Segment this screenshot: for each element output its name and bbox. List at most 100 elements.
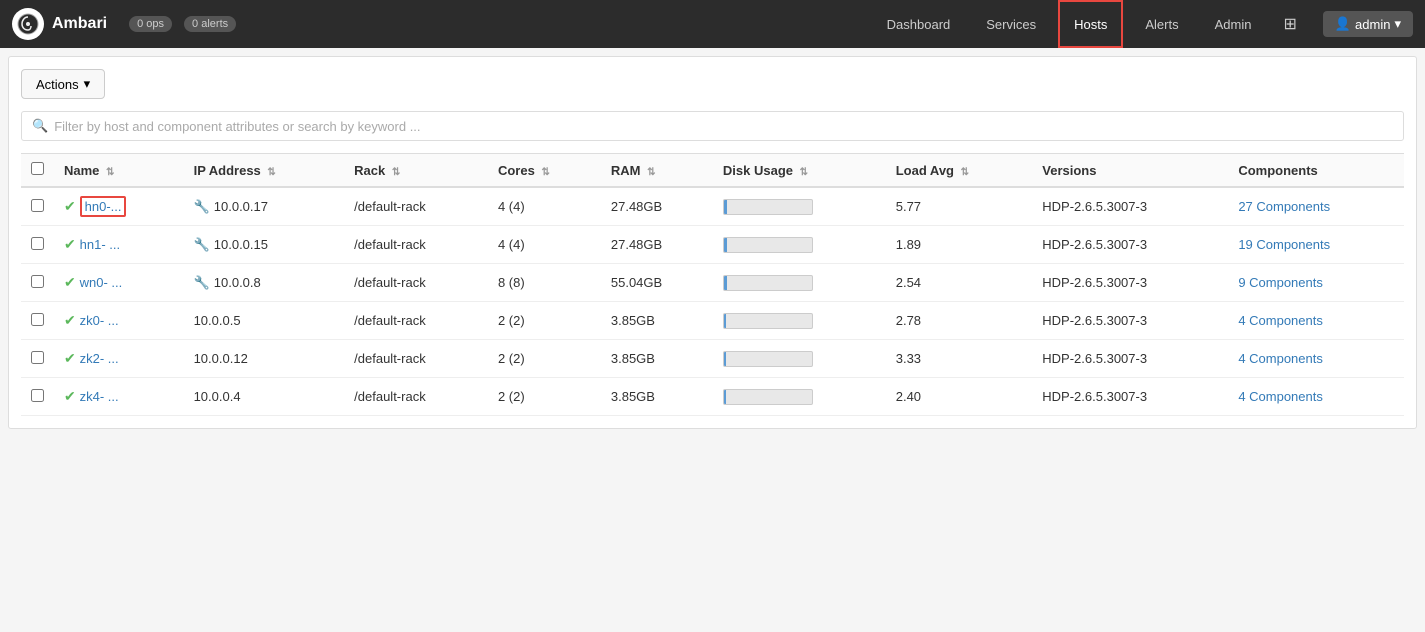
header-disk[interactable]: Disk Usage ⇅ (713, 154, 886, 188)
nav-hosts[interactable]: Hosts (1058, 0, 1123, 48)
row-checkbox[interactable] (31, 275, 44, 288)
table-row: ✔ zk2- ...10.0.0.12/default-rack2 (2)3.8… (21, 340, 1404, 378)
disk-bar-fill (724, 200, 727, 214)
header-name[interactable]: Name ⇅ (54, 154, 184, 188)
status-ok-icon: ✔ (64, 274, 80, 290)
row-checkbox-cell (21, 264, 54, 302)
components-link[interactable]: 4 Components (1238, 351, 1323, 366)
row-checkbox[interactable] (31, 199, 44, 212)
row-cores-cell: 2 (2) (488, 302, 601, 340)
row-ram-cell: 3.85GB (601, 302, 713, 340)
row-ip-cell: 🔧10.0.0.17 (184, 187, 345, 226)
host-name-link[interactable]: hn0-... (80, 196, 127, 217)
row-components-cell: 4 Components (1228, 302, 1404, 340)
grid-icon[interactable]: ⊞ (1273, 0, 1306, 48)
disk-bar-fill (724, 314, 726, 328)
alerts-badge[interactable]: 0 alerts (184, 16, 236, 32)
host-name-link[interactable]: hn1- ... (80, 237, 120, 252)
row-versions-cell: HDP-2.6.5.3007-3 (1032, 264, 1228, 302)
header-load[interactable]: Load Avg ⇅ (886, 154, 1033, 188)
row-name-cell: ✔ zk2- ... (54, 340, 184, 378)
row-rack-cell: /default-rack (344, 302, 488, 340)
row-ip-cell: 10.0.0.4 (184, 378, 345, 416)
row-versions-cell: HDP-2.6.5.3007-3 (1032, 187, 1228, 226)
row-components-cell: 19 Components (1228, 226, 1404, 264)
row-checkbox[interactable] (31, 313, 44, 326)
row-name-cell: ✔ hn1- ... (54, 226, 184, 264)
row-components-cell: 4 Components (1228, 378, 1404, 416)
brand: Ambari (12, 8, 107, 40)
sort-cores-icon: ⇅ (541, 167, 549, 178)
row-cores-cell: 2 (2) (488, 340, 601, 378)
table-row: ✔ wn0- ...🔧10.0.0.8/default-rack8 (8)55.… (21, 264, 1404, 302)
row-load-cell: 2.78 (886, 302, 1033, 340)
actions-bar: Actions ▾ (21, 69, 1404, 99)
actions-button[interactable]: Actions ▾ (21, 69, 105, 99)
ops-badge[interactable]: 0 ops (129, 16, 172, 32)
host-name-link[interactable]: wn0- ... (80, 275, 123, 290)
row-ram-cell: 3.85GB (601, 340, 713, 378)
brand-name: Ambari (52, 15, 107, 33)
components-link[interactable]: 27 Components (1238, 199, 1330, 214)
row-components-cell: 27 Components (1228, 187, 1404, 226)
nav-alerts[interactable]: Alerts (1131, 0, 1192, 48)
nav-services[interactable]: Services (972, 0, 1050, 48)
row-checkbox-cell (21, 226, 54, 264)
wrench-icon: 🔧 (194, 275, 210, 290)
header-rack[interactable]: Rack ⇅ (344, 154, 488, 188)
row-checkbox[interactable] (31, 237, 44, 250)
components-link[interactable]: 4 Components (1238, 389, 1323, 404)
row-checkbox-cell (21, 302, 54, 340)
row-load-cell: 5.77 (886, 187, 1033, 226)
sort-ip-icon: ⇅ (267, 167, 275, 178)
sort-disk-icon: ⇅ (800, 167, 808, 178)
user-menu-button[interactable]: 👤 admin ▾ (1323, 11, 1413, 37)
row-ip-cell: 10.0.0.12 (184, 340, 345, 378)
disk-bar-container (723, 313, 813, 329)
nav-dashboard[interactable]: Dashboard (873, 0, 965, 48)
table-header-row: Name ⇅ IP Address ⇅ Rack ⇅ Cores ⇅ RAM (21, 154, 1404, 188)
host-name-link[interactable]: zk4- ... (80, 389, 119, 404)
row-disk-cell (713, 340, 886, 378)
components-link[interactable]: 9 Components (1238, 275, 1323, 290)
main-content: Actions ▾ 🔍 Filter by host and component… (8, 56, 1417, 429)
disk-bar-fill (724, 390, 726, 404)
row-disk-cell (713, 226, 886, 264)
sort-name-icon: ⇅ (106, 167, 114, 178)
row-rack-cell: /default-rack (344, 340, 488, 378)
user-icon: 👤 (1335, 16, 1351, 32)
navbar: Ambari 0 ops 0 alerts Dashboard Services… (0, 0, 1425, 48)
header-checkbox-cell (21, 154, 54, 188)
row-cores-cell: 4 (4) (488, 226, 601, 264)
disk-bar-fill (724, 276, 727, 290)
nav-admin[interactable]: Admin (1201, 0, 1266, 48)
ip-address: 10.0.0.17 (214, 199, 268, 214)
actions-label: Actions (36, 77, 79, 92)
row-disk-cell (713, 378, 886, 416)
filter-bar: 🔍 Filter by host and component attribute… (21, 111, 1404, 141)
status-ok-icon: ✔ (64, 350, 80, 366)
row-checkbox[interactable] (31, 389, 44, 402)
disk-bar-container (723, 275, 813, 291)
row-checkbox-cell (21, 187, 54, 226)
row-checkbox[interactable] (31, 351, 44, 364)
components-link[interactable]: 19 Components (1238, 237, 1330, 252)
select-all-checkbox[interactable] (31, 162, 44, 175)
header-ram[interactable]: RAM ⇅ (601, 154, 713, 188)
components-link[interactable]: 4 Components (1238, 313, 1323, 328)
row-ip-cell: 🔧10.0.0.8 (184, 264, 345, 302)
row-rack-cell: /default-rack (344, 378, 488, 416)
header-cores[interactable]: Cores ⇅ (488, 154, 601, 188)
wrench-icon: 🔧 (194, 237, 210, 252)
ip-address: 10.0.0.15 (214, 237, 268, 252)
host-name-link[interactable]: zk2- ... (80, 351, 119, 366)
sort-load-icon: ⇅ (961, 167, 969, 178)
row-ram-cell: 55.04GB (601, 264, 713, 302)
sort-ram-icon: ⇅ (647, 167, 655, 178)
sort-rack-icon: ⇅ (392, 167, 400, 178)
header-ip[interactable]: IP Address ⇅ (184, 154, 345, 188)
row-rack-cell: /default-rack (344, 187, 488, 226)
host-name-link[interactable]: zk0- ... (80, 313, 119, 328)
disk-bar-container (723, 351, 813, 367)
table-row: ✔ zk4- ...10.0.0.4/default-rack2 (2)3.85… (21, 378, 1404, 416)
